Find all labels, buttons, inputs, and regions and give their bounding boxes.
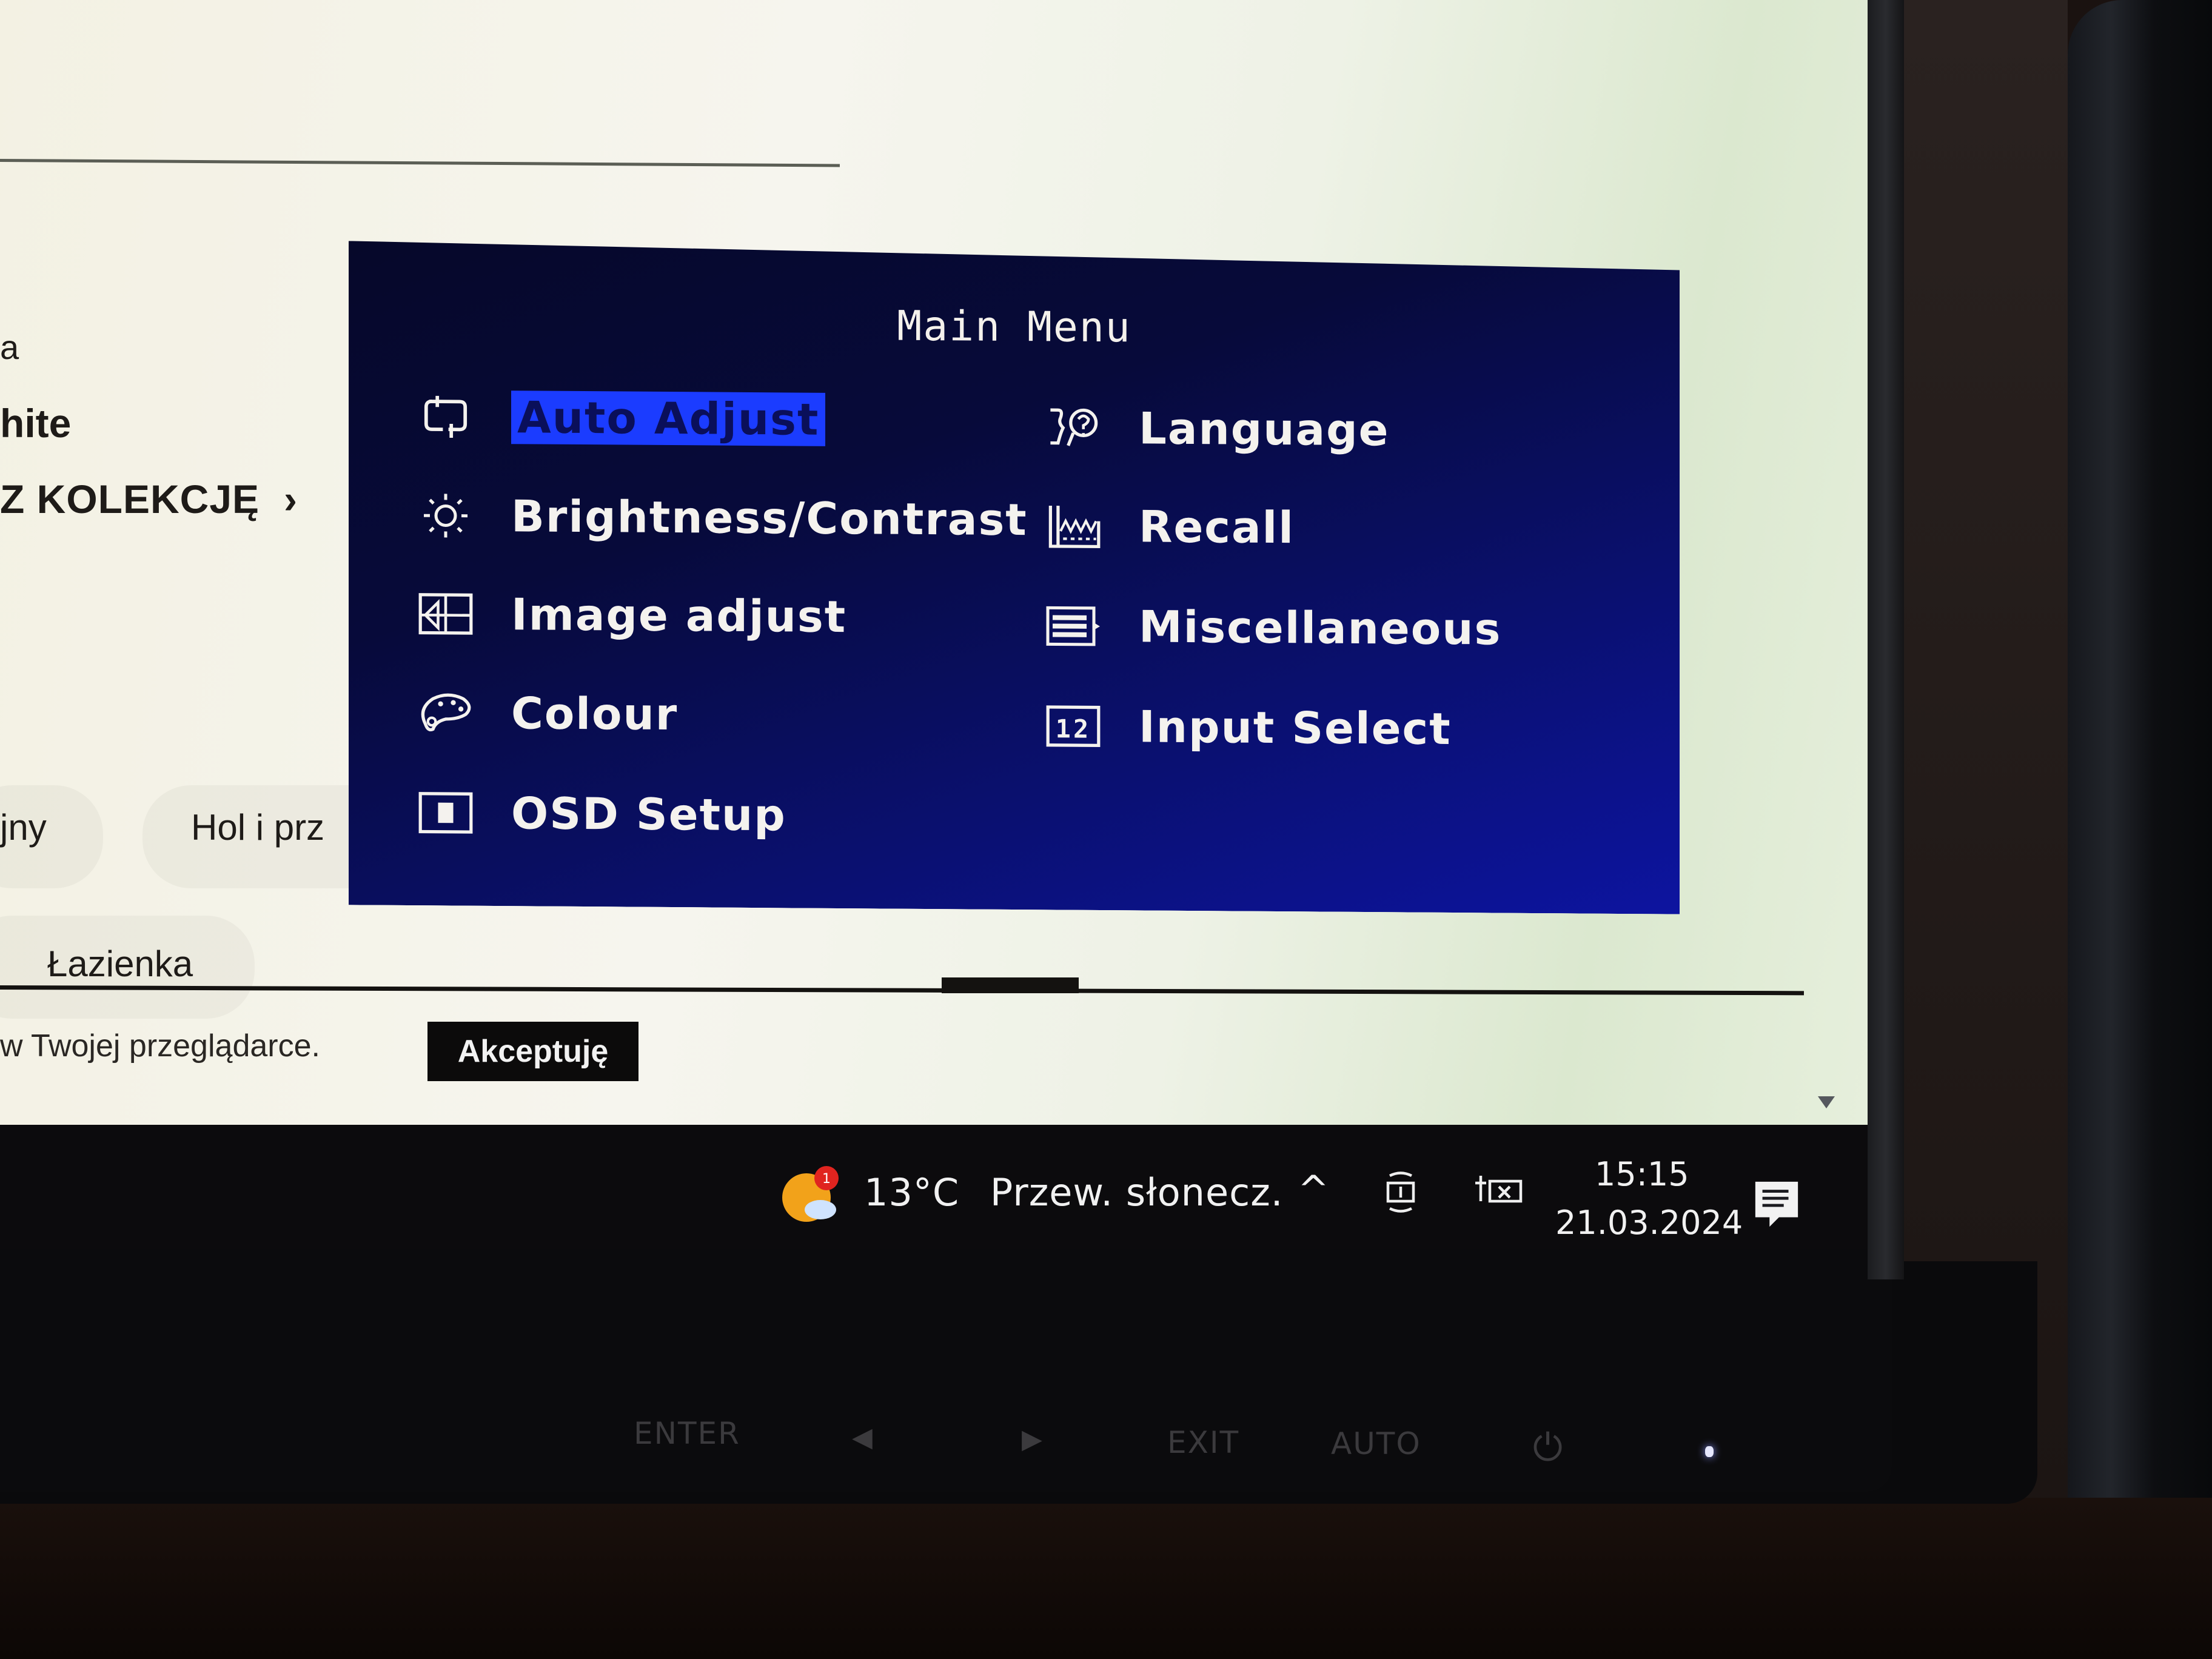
osd-item-language[interactable]: Language bbox=[1043, 402, 1389, 455]
osd-item-label: Auto Adjust bbox=[511, 390, 825, 446]
carousel-indicator[interactable] bbox=[942, 977, 1079, 993]
category-tab-hol[interactable]: Hol i prz bbox=[191, 806, 324, 848]
product-text-fragment: a bbox=[0, 328, 19, 366]
cookie-notice-text: w Twojej przeglądarce. bbox=[0, 1028, 320, 1064]
miscellaneous-icon bbox=[1043, 602, 1104, 651]
weather-temperature: 13°C bbox=[864, 1170, 960, 1215]
category-tab-lazienka[interactable]: Łazienka bbox=[47, 943, 193, 985]
monitor-auto-button[interactable]: AUTO bbox=[1331, 1426, 1421, 1461]
osd-item-label: Colour bbox=[511, 688, 679, 740]
clock-date[interactable]: 21.03.2024 bbox=[1555, 1204, 1743, 1242]
osd-item-label: OSD Setup bbox=[511, 788, 786, 841]
desk bbox=[0, 1498, 2212, 1659]
notification-center-icon[interactable] bbox=[1752, 1179, 1801, 1229]
weather-description: Przew. słonecz. bbox=[990, 1170, 1284, 1215]
monitor-left-button[interactable]: ◀ bbox=[852, 1422, 874, 1453]
chevron-right-icon: › bbox=[284, 477, 298, 521]
svg-text:12: 12 bbox=[1056, 714, 1091, 743]
weather-widget[interactable]: 13°C Przew. słonecz. bbox=[864, 1170, 1283, 1215]
clock-time[interactable]: 15:15 bbox=[1595, 1155, 1689, 1193]
language-icon bbox=[1043, 403, 1104, 452]
brightness-icon bbox=[415, 491, 476, 540]
monitor-screen: a hite Z KOLEKCJĘ › jny Hol i prz Łazienk… bbox=[0, 0, 1868, 1125]
power-icon[interactable]: ⏻ bbox=[1533, 1425, 1564, 1470]
palette-icon bbox=[415, 688, 476, 737]
osd-item-colour[interactable]: Colour bbox=[415, 687, 678, 740]
osd-main-menu: Main Menu Auto Adjust Brightness/Contras… bbox=[349, 241, 1680, 914]
osd-item-input-select[interactable]: 12 Input Select bbox=[1043, 700, 1452, 754]
osd-item-recall[interactable]: Recall bbox=[1043, 500, 1295, 553]
monitor-right-button[interactable]: ▶ bbox=[1022, 1424, 1044, 1455]
weather-badge: 1 bbox=[822, 1171, 831, 1187]
divider bbox=[0, 159, 840, 167]
monitor-exit-button[interactable]: EXIT bbox=[1167, 1425, 1239, 1460]
monitor-enter-button[interactable]: ENTER bbox=[634, 1416, 740, 1451]
meet-now-icon[interactable] bbox=[1382, 1170, 1431, 1219]
monitor-bezel-side bbox=[1868, 0, 1904, 1279]
input-select-icon: 12 bbox=[1043, 702, 1104, 751]
osd-item-label: Input Select bbox=[1139, 701, 1452, 755]
osd-item-label: Recall bbox=[1139, 501, 1295, 554]
category-tab[interactable]: jny bbox=[0, 806, 47, 848]
osd-item-label: Brightness/Contrast bbox=[511, 491, 1028, 546]
osd-item-label: Image adjust bbox=[511, 589, 847, 643]
weather-widget-icon[interactable]: 1 bbox=[779, 1161, 846, 1228]
osd-item-osd-setup[interactable]: OSD Setup bbox=[415, 787, 786, 840]
image-adjust-icon bbox=[415, 589, 476, 638]
tab-underline bbox=[0, 985, 1804, 996]
product-name-fragment: hite bbox=[0, 401, 72, 446]
osd-item-image-adjust[interactable]: Image adjust bbox=[415, 588, 846, 642]
view-collection-link[interactable]: Z KOLEKCJĘ › bbox=[0, 476, 298, 522]
show-hidden-icons-chevron-icon[interactable]: ^ bbox=[1298, 1167, 1329, 1212]
osd-item-label: Language bbox=[1139, 403, 1390, 456]
accept-cookies-button[interactable]: Akceptuję bbox=[427, 1022, 638, 1081]
power-led-indicator bbox=[1705, 1446, 1714, 1457]
osd-setup-icon bbox=[415, 788, 476, 837]
view-collection-label: Z KOLEKCJĘ bbox=[0, 477, 260, 521]
auto-adjust-icon bbox=[415, 392, 476, 441]
osd-item-auto-adjust[interactable]: Auto Adjust bbox=[415, 390, 825, 446]
osd-item-label: Miscellaneous bbox=[1139, 601, 1502, 655]
network-disconnected-icon[interactable] bbox=[1473, 1170, 1523, 1219]
osd-title: Main Menu bbox=[897, 302, 1131, 352]
osd-item-brightness-contrast[interactable]: Brightness/Contrast bbox=[415, 490, 1028, 545]
second-monitor bbox=[2068, 0, 2212, 1659]
osd-item-miscellaneous[interactable]: Miscellaneous bbox=[1043, 600, 1501, 654]
scroll-down-arrow-icon[interactable] bbox=[1818, 1096, 1835, 1108]
recall-icon bbox=[1043, 501, 1104, 551]
